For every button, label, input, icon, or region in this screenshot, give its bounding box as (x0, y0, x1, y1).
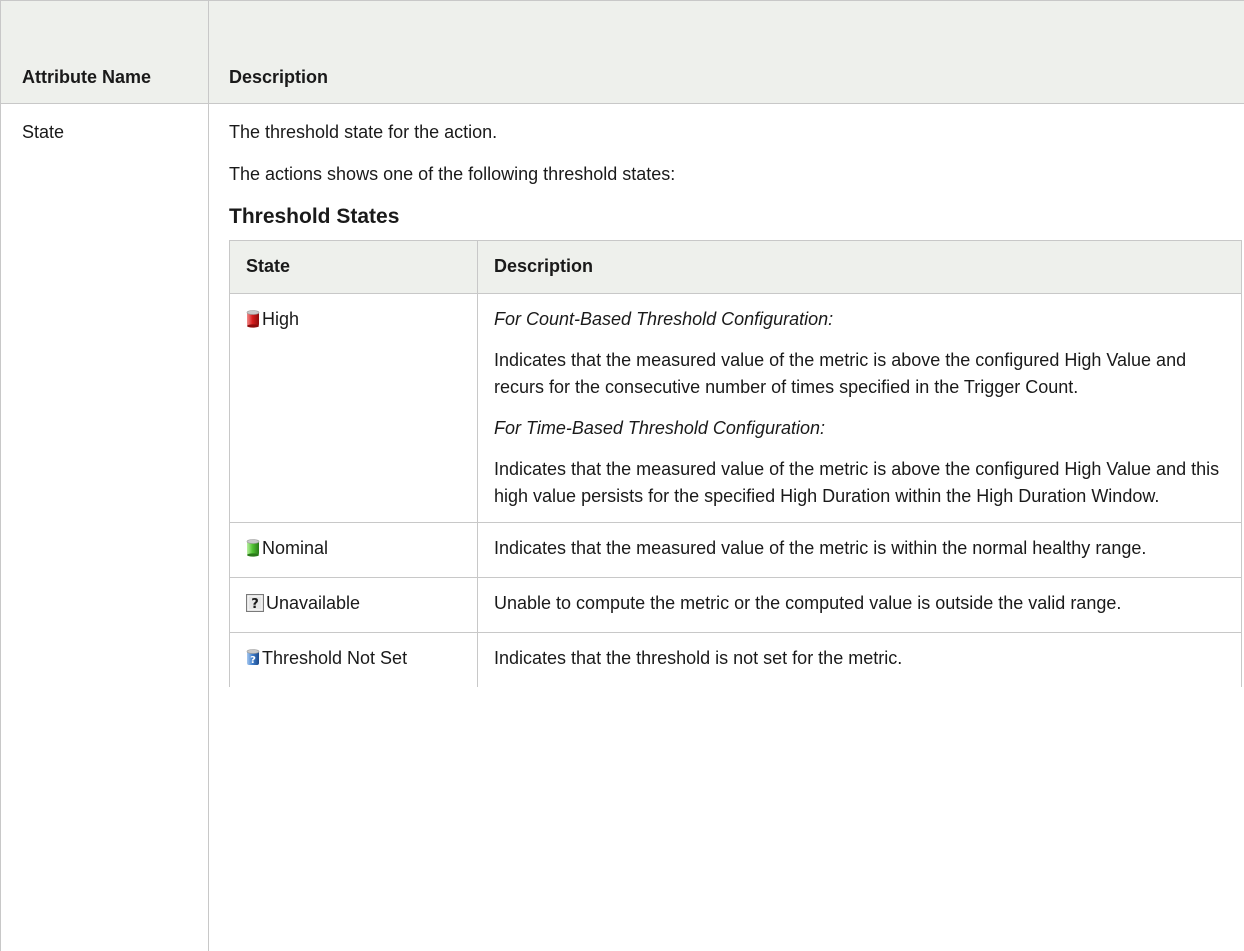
state-header: State (229, 240, 478, 294)
attributes-table: Attribute Name Description State The thr… (0, 0, 1244, 951)
state-description-paragraph: Unable to compute the metric or the comp… (494, 593, 1122, 613)
state-description-paragraph: For Count-Based Threshold Configuration: (494, 309, 834, 329)
threshold-states-table: State Description High For Count-Based T… (229, 240, 1242, 687)
state-description-cell: Indicates that the threshold is not set … (477, 632, 1242, 687)
state-description-paragraph: Indicates that the measured value of the… (494, 350, 1187, 397)
attribute-name-header: Attribute Name (0, 0, 209, 104)
attributes-header-row: Attribute Name Description (0, 0, 1244, 104)
state-cell-high: High (229, 293, 478, 523)
green-cylinder-icon (246, 538, 260, 565)
state-label: High (262, 309, 300, 329)
table-row: Nominal Indicates that the measured valu… (229, 522, 1242, 578)
state-label: Threshold Not Set (262, 648, 408, 668)
page: Attribute Name Description State The thr… (0, 0, 1244, 951)
table-row: ? Unavailable Unable to compute the metr… (229, 577, 1242, 633)
question-box-icon: ? (246, 593, 264, 620)
state-description-header: Description (477, 240, 1242, 294)
attribute-name-cell: State (0, 103, 209, 951)
state-description-cell: For Count-Based Threshold Configuration:… (477, 293, 1242, 523)
state-description-cell: Indicates that the measured value of the… (477, 522, 1242, 578)
threshold-states-header-row: State Description (229, 240, 1242, 294)
table-row: State The threshold state for the action… (0, 103, 1244, 951)
state-cell-threshold-not-set: ? Threshold Not Set (229, 632, 478, 687)
state-description-paragraph: Indicates that the measured value of the… (494, 459, 1220, 506)
svg-text:?: ? (251, 597, 259, 612)
state-cell-nominal: Nominal (229, 522, 478, 578)
state-description-cell: Unable to compute the metric or the comp… (477, 577, 1242, 633)
attribute-description-cell: The threshold state for the action. The … (208, 103, 1244, 951)
description-header: Description (208, 0, 1244, 104)
state-cell-unavailable: ? Unavailable (229, 577, 478, 633)
table-row: ? Threshold Not Set Indicates that the t… (229, 632, 1242, 687)
description-paragraph: The threshold state for the action. (229, 122, 498, 142)
state-label: Nominal (262, 538, 329, 558)
threshold-states-heading: Threshold States (229, 205, 400, 228)
svg-text:?: ? (250, 655, 256, 666)
state-description-paragraph: Indicates that the threshold is not set … (494, 648, 903, 668)
blue-question-cylinder-icon: ? (246, 648, 260, 675)
description-paragraph: The actions shows one of the following t… (229, 164, 676, 184)
state-description-paragraph: Indicates that the measured value of the… (494, 538, 1147, 558)
state-description-paragraph: For Time-Based Threshold Configuration: (494, 418, 825, 438)
table-row: High For Count-Based Threshold Configura… (229, 293, 1242, 523)
red-cylinder-icon (246, 309, 260, 336)
state-label: Unavailable (266, 593, 361, 613)
